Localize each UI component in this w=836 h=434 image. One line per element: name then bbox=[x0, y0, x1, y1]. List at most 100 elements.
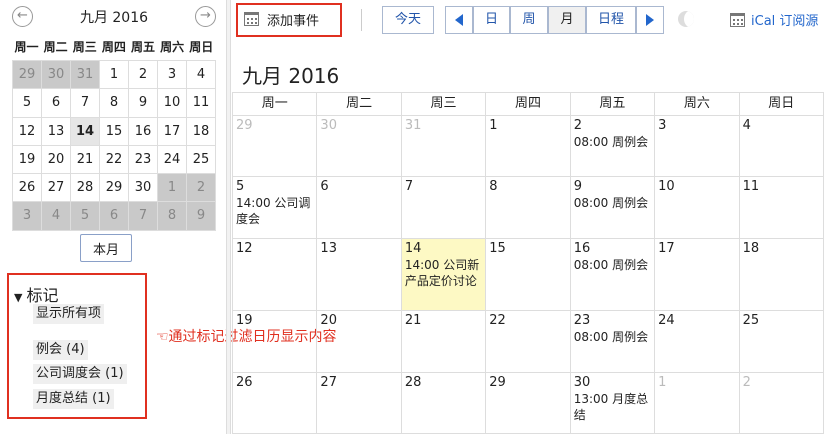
day-cell[interactable]: 21 bbox=[401, 311, 487, 373]
mini-day[interactable]: 27 bbox=[42, 174, 70, 202]
day-cell[interactable]: 7 bbox=[401, 177, 487, 239]
collapse-triangle-icon[interactable]: ▼ bbox=[14, 291, 22, 304]
mini-day[interactable]: 13 bbox=[42, 117, 70, 145]
mini-day[interactable]: 25 bbox=[187, 145, 215, 174]
mini-day[interactable]: 5 bbox=[71, 202, 99, 230]
day-cell[interactable]: 12 bbox=[233, 239, 318, 311]
day-cell[interactable]: 22 bbox=[486, 311, 571, 373]
day-cell[interactable]: 5 14:00 公司调度会 bbox=[233, 177, 318, 239]
day-cell[interactable]: 11 bbox=[739, 177, 824, 239]
pane-splitter[interactable] bbox=[226, 0, 231, 434]
day-cell[interactable]: 24 bbox=[655, 311, 740, 373]
tags-header[interactable]: ▼ 标记 bbox=[14, 282, 58, 306]
day-cell[interactable]: 4 bbox=[739, 116, 824, 177]
day-cell[interactable]: 17 bbox=[655, 239, 740, 311]
mini-day[interactable]: 6 bbox=[100, 202, 128, 230]
day-cell[interactable]: 1 bbox=[486, 116, 571, 177]
next-month-icon[interactable]: → bbox=[195, 6, 216, 27]
mini-day[interactable]: 8 bbox=[100, 89, 128, 117]
mini-day[interactable]: 30 bbox=[129, 174, 157, 202]
mini-day[interactable]: 6 bbox=[42, 89, 70, 117]
calendar-event[interactable]: 08:00 周例会 bbox=[574, 195, 651, 211]
calendar-event[interactable]: 08:00 周例会 bbox=[574, 329, 651, 345]
view-week-button[interactable]: 周 bbox=[510, 6, 548, 34]
day-cell[interactable]: 3 bbox=[655, 116, 740, 177]
mini-day[interactable]: 4 bbox=[187, 61, 215, 89]
this-month-button[interactable]: 本月 bbox=[80, 234, 132, 262]
mini-day[interactable]: 23 bbox=[129, 145, 157, 174]
ical-feed-link[interactable]: iCal 订阅源 bbox=[730, 10, 818, 29]
mini-day[interactable]: 2 bbox=[187, 174, 215, 202]
day-cell[interactable]: 20 bbox=[317, 311, 402, 373]
day-cell[interactable]: 29 bbox=[233, 116, 318, 177]
mini-day[interactable]: 3 bbox=[13, 202, 41, 230]
day-cell[interactable]: 19 bbox=[233, 311, 318, 373]
mini-day[interactable]: 10 bbox=[158, 89, 186, 117]
mini-day[interactable]: 31 bbox=[71, 61, 99, 89]
add-event-button[interactable]: 添加事件 bbox=[244, 7, 319, 31]
mini-day[interactable]: 29 bbox=[100, 174, 128, 202]
day-cell[interactable]: 15 bbox=[486, 239, 571, 311]
day-cell[interactable]: 29 bbox=[486, 373, 571, 434]
day-cell[interactable]: 6 bbox=[317, 177, 402, 239]
calendar-event[interactable]: 14:00 公司新产品定价讨论 bbox=[405, 257, 482, 289]
day-cell[interactable]: 23 08:00 周例会 bbox=[570, 311, 656, 373]
mini-day[interactable]: 15 bbox=[100, 117, 128, 145]
mini-day[interactable]: 7 bbox=[71, 89, 99, 117]
mini-day[interactable]: 8 bbox=[158, 202, 186, 230]
mini-day[interactable]: 17 bbox=[158, 117, 186, 145]
show-all-tags[interactable]: 显示所有项 bbox=[33, 304, 105, 324]
day-cell[interactable]: 27 bbox=[317, 373, 402, 434]
mini-day[interactable]: 29 bbox=[13, 61, 41, 89]
mini-day[interactable]: 4 bbox=[42, 202, 70, 230]
view-agenda-button[interactable]: 日程 bbox=[586, 6, 636, 34]
today-button[interactable]: 今天 bbox=[382, 6, 434, 34]
day-cell[interactable]: 25 bbox=[739, 311, 824, 373]
day-cell[interactable]: 28 bbox=[401, 373, 487, 434]
mini-day[interactable]: 1 bbox=[100, 61, 128, 89]
calendar-event[interactable]: 08:00 周例会 bbox=[574, 257, 651, 273]
mini-day[interactable]: 3 bbox=[158, 61, 186, 89]
day-cell[interactable]: 18 bbox=[739, 239, 824, 311]
mini-day[interactable]: 28 bbox=[71, 174, 99, 202]
tag-item[interactable]: 例会 (4) bbox=[33, 340, 88, 360]
mini-day[interactable]: 12 bbox=[13, 117, 41, 145]
calendar-event[interactable]: 14:00 公司调度会 bbox=[236, 195, 313, 227]
calendar-event[interactable]: 13:00 月度总结 bbox=[574, 391, 651, 423]
mini-day[interactable]: 26 bbox=[13, 174, 41, 202]
mini-day[interactable]: 11 bbox=[187, 89, 215, 117]
mini-day[interactable]: 19 bbox=[13, 145, 41, 174]
mini-day[interactable]: 21 bbox=[71, 145, 99, 174]
day-cell[interactable]: 16 08:00 周例会 bbox=[570, 239, 656, 311]
day-cell[interactable]: 31 bbox=[401, 116, 487, 177]
mini-day[interactable]: 20 bbox=[42, 145, 70, 174]
view-day-button[interactable]: 日 bbox=[473, 6, 510, 34]
day-cell[interactable]: 30 13:00 月度总结 bbox=[570, 373, 656, 434]
day-cell[interactable]: 26 bbox=[233, 373, 318, 434]
mini-day[interactable]: 5 bbox=[13, 89, 41, 117]
mini-day[interactable]: 16 bbox=[129, 117, 157, 145]
day-cell[interactable]: 2 bbox=[739, 373, 824, 434]
tag-item[interactable]: 月度总结 (1) bbox=[33, 389, 114, 409]
mini-day[interactable]: 2 bbox=[129, 61, 157, 89]
next-period-button[interactable] bbox=[636, 6, 664, 34]
day-cell[interactable]: 30 bbox=[317, 116, 402, 177]
mini-day[interactable]: 24 bbox=[158, 145, 186, 174]
view-month-button[interactable]: 月 bbox=[548, 6, 586, 34]
day-cell[interactable]: 13 bbox=[317, 239, 402, 311]
day-cell[interactable]: 10 bbox=[655, 177, 740, 239]
mini-day[interactable]: 7 bbox=[129, 202, 157, 230]
day-cell[interactable]: 2 08:00 周例会 bbox=[570, 116, 656, 177]
day-cell[interactable]: 9 08:00 周例会 bbox=[570, 177, 656, 239]
mini-day[interactable]: 22 bbox=[100, 145, 128, 174]
prev-period-button[interactable] bbox=[445, 6, 473, 34]
mini-day[interactable]: 9 bbox=[187, 202, 215, 230]
tag-item[interactable]: 公司调度会 (1) bbox=[33, 364, 127, 384]
mini-day[interactable]: 18 bbox=[187, 117, 215, 145]
mini-day[interactable]: 9 bbox=[129, 89, 157, 117]
day-cell-today[interactable]: 14 14:00 公司新产品定价讨论 bbox=[401, 239, 487, 311]
day-cell[interactable]: 1 bbox=[655, 373, 740, 434]
day-cell[interactable]: 8 bbox=[486, 177, 571, 239]
mini-day[interactable]: 30 bbox=[42, 61, 70, 89]
calendar-event[interactable]: 08:00 周例会 bbox=[574, 134, 651, 150]
